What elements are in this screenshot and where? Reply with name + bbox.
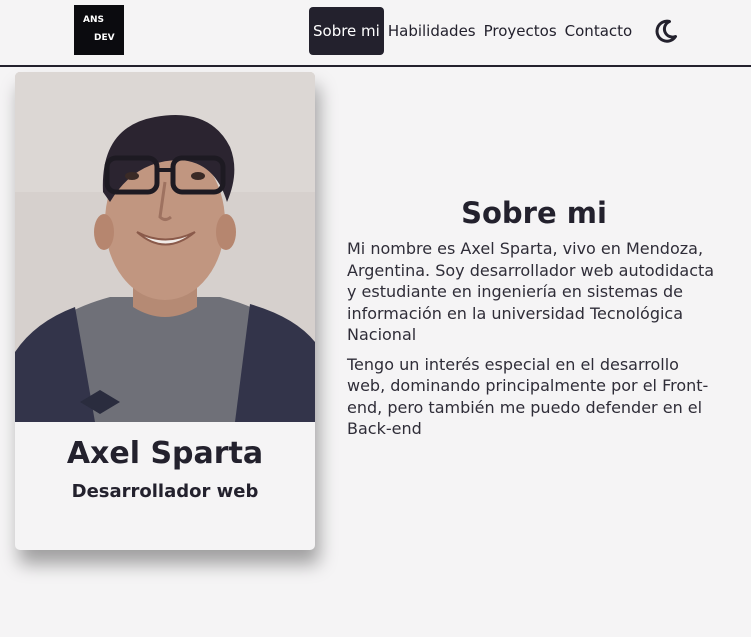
nav-item-contacto[interactable]: Contacto: [561, 7, 637, 55]
site-header: ANS DEV Sobre mi Habilidades Proyectos C…: [0, 0, 751, 67]
nav-item-sobre-mi[interactable]: Sobre mi: [309, 7, 384, 55]
logo-line-1: ANS: [83, 15, 104, 25]
about-paragraph-2: Tengo un interés especial en el desarrol…: [347, 354, 709, 439]
profile-card: Axel Sparta Desarrollador web: [15, 72, 315, 550]
profile-photo: [15, 72, 315, 422]
nav-item-proyectos[interactable]: Proyectos: [480, 7, 561, 55]
logo-line-2: DEV: [94, 33, 115, 43]
logo[interactable]: ANS DEV: [74, 5, 124, 55]
about-title: Sobre mi: [461, 196, 607, 230]
main-nav: Sobre mi Habilidades Proyectos Contacto: [309, 7, 636, 55]
about-section: Sobre mi Mi nombre es Axel Sparta, vivo …: [347, 196, 721, 448]
about-paragraph-1: Mi nombre es Axel Sparta, vivo en Mendoz…: [347, 239, 715, 344]
profile-role: Desarrollador web: [71, 481, 259, 502]
moon-icon[interactable]: [654, 19, 678, 43]
nav-item-habilidades[interactable]: Habilidades: [384, 7, 480, 55]
profile-name: Axel Sparta: [66, 436, 264, 471]
